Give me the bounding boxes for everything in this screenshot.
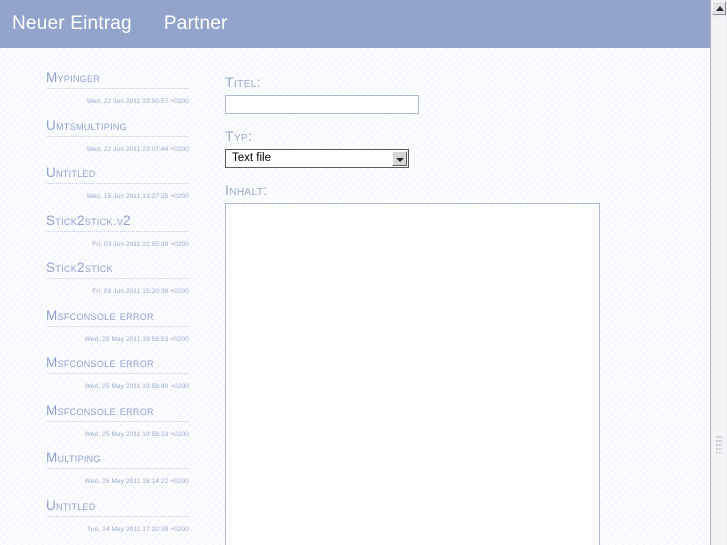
- nav-link-neuer-eintrag[interactable]: Neuer Eintrag: [12, 13, 132, 35]
- entry-date: Wed, 22 Jun 2011 23:07:44 +0200: [86, 145, 189, 153]
- nav-link-partner[interactable]: Partner: [164, 13, 228, 35]
- entry-title-link[interactable]: Umtsmultiping: [46, 118, 189, 137]
- chevron-down-glyph: [396, 158, 404, 162]
- entry-date: Wed, 25 May 2011 19:58:53 +0200: [84, 335, 189, 343]
- entry-date: Tue, 24 May 2011 17:20:39 +0200: [87, 525, 189, 533]
- vertical-scrollbar[interactable]: [710, 0, 727, 545]
- inhalt-textarea[interactable]: [225, 203, 600, 545]
- typ-select[interactable]: Text file: [225, 149, 409, 168]
- entry-title-link[interactable]: Untitled: [46, 498, 189, 517]
- top-navigation-bar: Neuer Eintrag Partner: [0, 0, 710, 48]
- entry-title-link[interactable]: Msfconsole error: [46, 403, 189, 422]
- entry-date: Wed, 25 May 2011 19:58:40 +0200: [84, 383, 189, 390]
- entry-title-link[interactable]: Mypinger: [46, 70, 189, 89]
- list-item[interactable]: Msfconsole error Wed, 25 May 2011 19:58:…: [46, 308, 189, 343]
- entry-date: Wed, 25 May 2011 19:58:23 +0200: [84, 430, 189, 438]
- list-item[interactable]: Untitled Wed, 15 Jun 2011 13:27:25 +0200: [46, 165, 189, 200]
- entry-date: Wed, 25 May 2011 16:14:22 +0200: [84, 478, 189, 485]
- titel-input[interactable]: [225, 95, 419, 114]
- entry-title-link[interactable]: Multiping: [46, 450, 189, 469]
- content-area: Mypinger Wed, 22 Jun 2011 23:50:57 +0200…: [0, 48, 710, 545]
- entry-title-link[interactable]: Msfconsole error: [46, 355, 189, 374]
- list-item[interactable]: Msfconsole error Wed, 25 May 2011 19:58:…: [46, 355, 189, 390]
- entry-title-link[interactable]: Untitled: [46, 165, 189, 184]
- list-item[interactable]: Stick2stick.v2 Fri, 03 Jun 2011 21:55:39…: [46, 213, 189, 248]
- entry-date: Wed, 15 Jun 2011 13:27:25 +0200: [86, 193, 189, 200]
- entry-list-sidebar: Mypinger Wed, 22 Jun 2011 23:50:57 +0200…: [0, 48, 215, 545]
- scroll-up-arrow-icon[interactable]: [712, 1, 726, 15]
- list-item[interactable]: Msfconsole error Wed, 25 May 2011 19:58:…: [46, 403, 189, 438]
- chevron-down-icon[interactable]: [392, 151, 407, 166]
- list-item[interactable]: Mypinger Wed, 22 Jun 2011 23:50:57 +0200: [46, 70, 189, 105]
- triangle-up-glyph: [716, 6, 724, 11]
- entry-title-link[interactable]: Stick2stick: [46, 260, 189, 279]
- page-body: Neuer Eintrag Partner Mypinger Wed, 22 J…: [0, 0, 710, 545]
- list-item[interactable]: Untitled Tue, 24 May 2011 17:20:39 +0200: [46, 498, 189, 533]
- entry-title-link[interactable]: Msfconsole error: [46, 308, 189, 327]
- entry-title-link[interactable]: Stick2stick.v2: [46, 213, 189, 232]
- entry-date: Wed, 22 Jun 2011 23:50:57 +0200: [86, 98, 189, 105]
- typ-label: Typ:: [225, 128, 253, 144]
- typ-select-value: Text file: [232, 152, 271, 164]
- entry-date: Fri, 03 Jun 2011 15:20:38 +0200: [92, 288, 189, 295]
- scrollbar-thumb-grip[interactable]: [715, 435, 723, 453]
- new-entry-form: Titel: Typ: Text file Inhalt:: [215, 48, 710, 545]
- inhalt-label: Inhalt:: [225, 182, 268, 198]
- list-item[interactable]: Multiping Wed, 25 May 2011 16:14:22 +020…: [46, 450, 189, 485]
- scrollbar-track[interactable]: [712, 17, 726, 545]
- titel-label: Titel:: [225, 74, 261, 90]
- app-window: Neuer Eintrag Partner Mypinger Wed, 22 J…: [0, 0, 727, 545]
- entry-date: Fri, 03 Jun 2011 21:55:39 +0200: [92, 240, 189, 248]
- list-item[interactable]: Stick2stick Fri, 03 Jun 2011 15:20:38 +0…: [46, 260, 189, 295]
- list-item[interactable]: Umtsmultiping Wed, 22 Jun 2011 23:07:44 …: [46, 118, 189, 153]
